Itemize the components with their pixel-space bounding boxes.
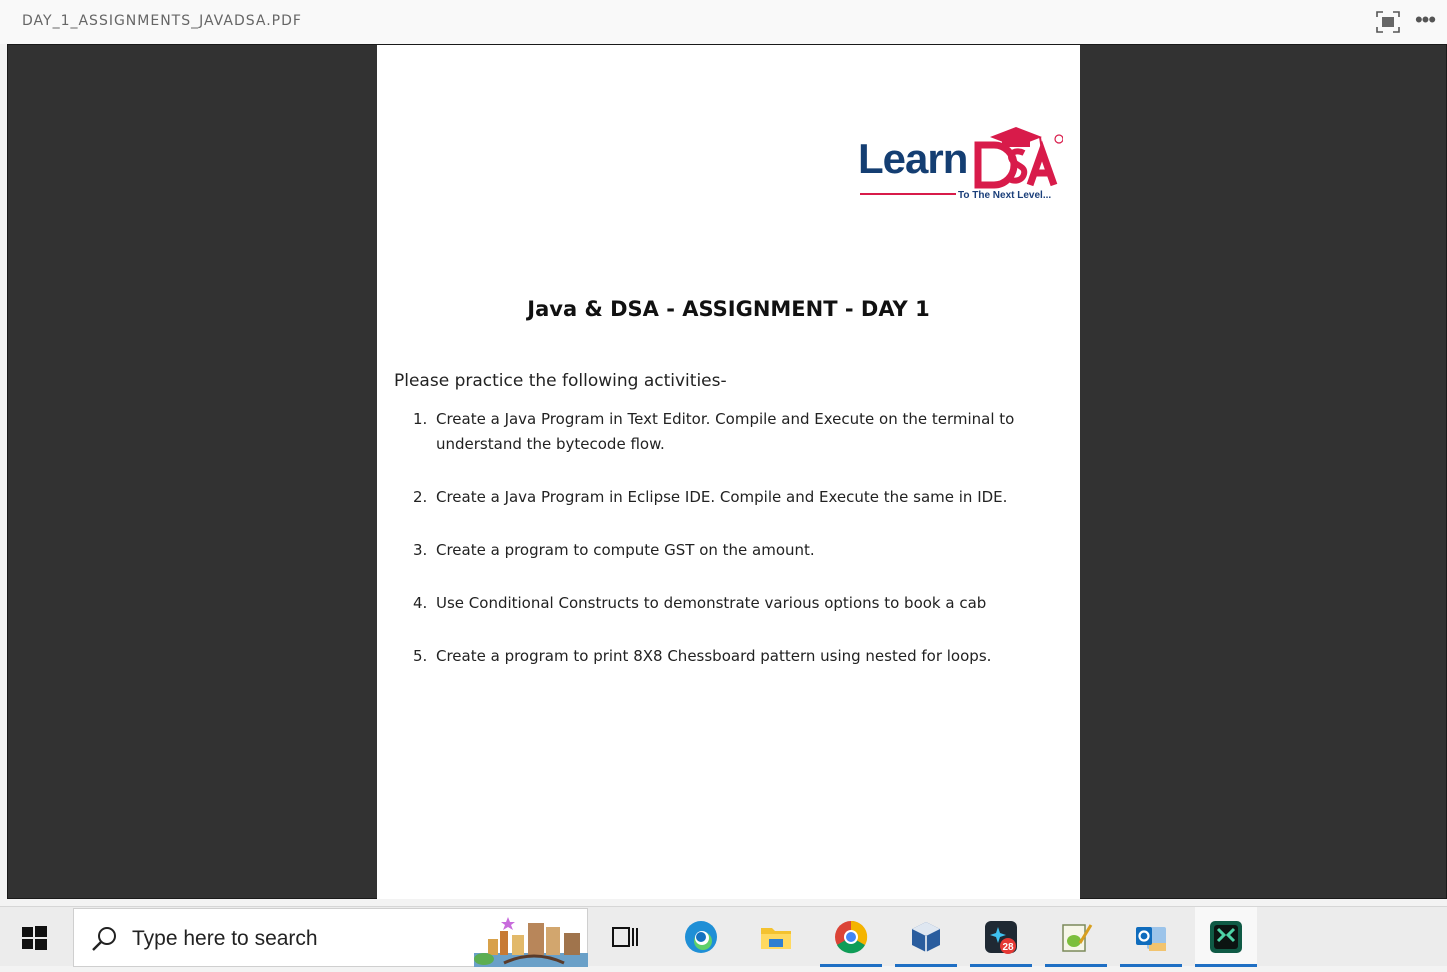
- list-item: 5. Create a program to print 8X8 Chessbo…: [413, 647, 992, 665]
- edge-icon: [685, 921, 717, 953]
- learndsa-logo: Learn To The Next Level...: [858, 123, 1063, 205]
- search-icon: [90, 925, 118, 953]
- activity-list: 1. Create a Java Program in Text Editor.…: [409, 407, 1049, 669]
- task-view-button[interactable]: [594, 907, 656, 967]
- taskbar-chrome[interactable]: [820, 907, 882, 967]
- intro-text: Please practice the following activities…: [394, 371, 727, 391]
- chrome-icon: [835, 920, 868, 954]
- list-item: 1. Create a Java Program in Text Editor.…: [413, 410, 1015, 453]
- windows-start-icon[interactable]: [20, 924, 48, 952]
- taskbar-edge[interactable]: [670, 907, 732, 967]
- virtualbox-icon: [912, 922, 940, 952]
- taskbar: Type here to search 28: [0, 906, 1447, 967]
- taskbar-outlook[interactable]: [1120, 907, 1182, 967]
- logo-text: Learn: [858, 135, 968, 182]
- list-item: 4. Use Conditional Constructs to demonst…: [413, 594, 987, 612]
- assignment-title: Java & DSA - ASSIGNMENT - DAY 1: [527, 297, 930, 321]
- pdf-page: Learn To The Next Level... Java & DSA - …: [377, 45, 1080, 899]
- taskbar-file-explorer[interactable]: [745, 907, 807, 967]
- viewer-toolbar: DAY_1_ASSIGNMENTS_JAVADSA.PDF •••: [0, 0, 1447, 44]
- teal-app-icon: [1210, 921, 1242, 953]
- more-options-icon[interactable]: •••: [1412, 9, 1438, 34]
- taskbar-active-app[interactable]: [1195, 907, 1257, 967]
- list-item: 3. Create a program to compute GST on th…: [413, 541, 815, 559]
- notepad-plus-icon: [1062, 924, 1093, 952]
- taskbar-notification-app[interactable]: 28: [970, 907, 1032, 967]
- taskbar-virtualbox[interactable]: [895, 907, 957, 967]
- logo-graduation-cap-icon: [974, 127, 1063, 189]
- logo-tagline: To The Next Level...: [958, 190, 1052, 201]
- fullscreen-icon[interactable]: [1376, 11, 1400, 33]
- taskbar-notepad-plus[interactable]: [1045, 907, 1107, 967]
- app-sparkle-icon: 28: [985, 921, 1017, 954]
- task-view-icon: [612, 927, 638, 947]
- list-item: 2. Create a Java Program in Eclipse IDE.…: [413, 488, 1008, 506]
- file-explorer-icon: [761, 928, 791, 949]
- taskbar-search-box[interactable]: Type here to search: [73, 908, 588, 967]
- document-title: DAY_1_ASSIGNMENTS_JAVADSA.PDF: [22, 13, 302, 29]
- notification-badge: 28: [1002, 942, 1014, 953]
- logo-underline: [860, 193, 956, 195]
- outlook-icon: [1136, 927, 1166, 951]
- search-placeholder: Type here to search: [132, 927, 318, 950]
- search-highlight-illustration-icon: [474, 913, 588, 967]
